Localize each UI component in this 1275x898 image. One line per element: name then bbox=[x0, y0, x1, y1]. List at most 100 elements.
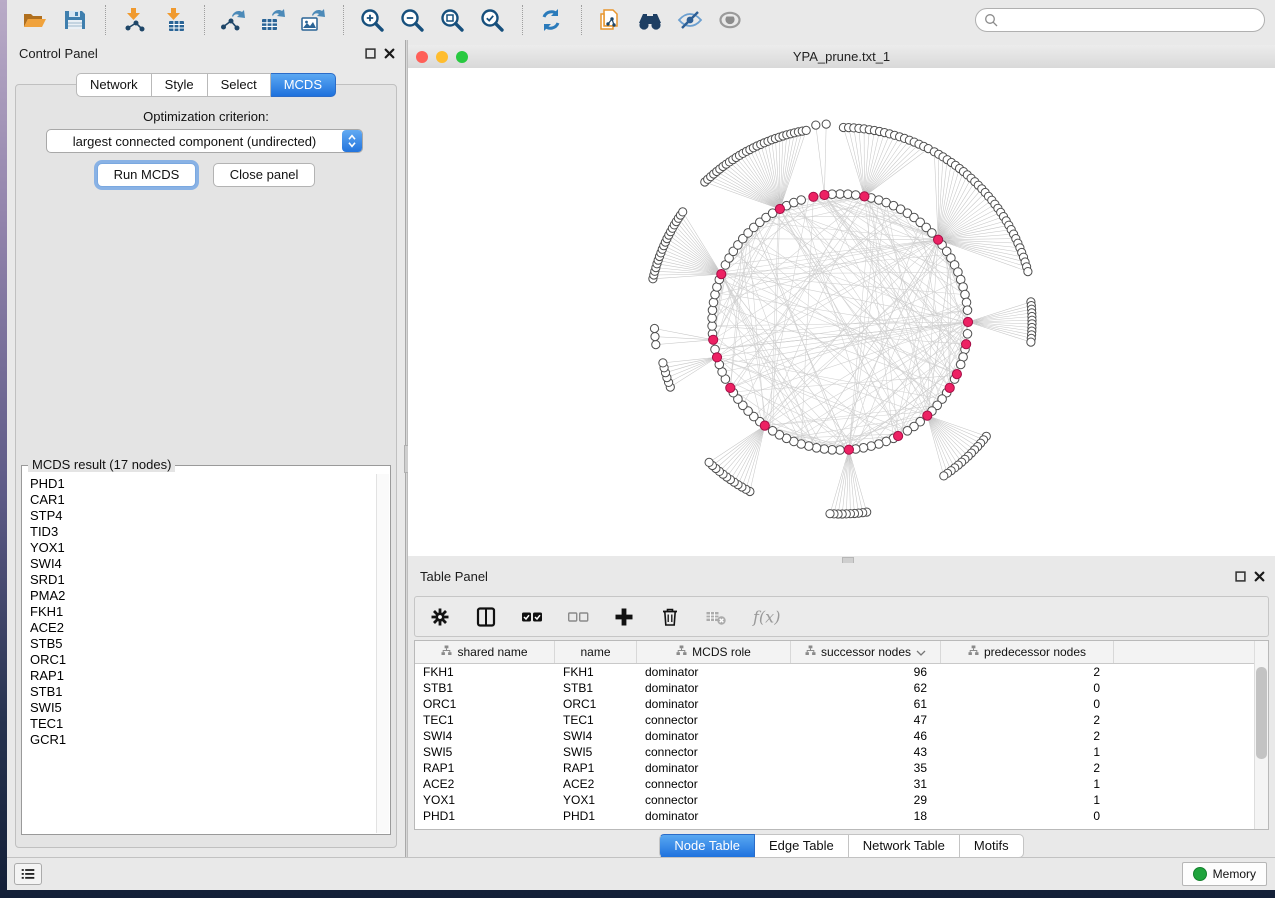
refresh-button[interactable] bbox=[538, 6, 566, 34]
float-icon[interactable] bbox=[1235, 571, 1246, 582]
cell-name: RAP1 bbox=[555, 761, 637, 775]
mcds-result-item[interactable]: STP4 bbox=[30, 508, 376, 524]
settings-button[interactable] bbox=[429, 605, 455, 629]
export-network-button[interactable] bbox=[220, 6, 248, 34]
function-builder-button[interactable]: f(x) bbox=[751, 605, 789, 629]
clone-network-button[interactable] bbox=[597, 6, 625, 34]
mcds-result-scrollbar[interactable] bbox=[376, 474, 389, 833]
tab-mcds[interactable]: MCDS bbox=[271, 73, 336, 97]
column-header-successor-nodes[interactable]: successor nodes bbox=[791, 641, 941, 663]
cell-successor-nodes: 43 bbox=[791, 745, 941, 759]
tab-network-table[interactable]: Network Table bbox=[849, 834, 960, 858]
close-panel-button[interactable]: Close panel bbox=[213, 163, 316, 187]
mcds-result-item[interactable]: PMA2 bbox=[30, 588, 376, 604]
search-input[interactable] bbox=[998, 10, 1264, 30]
control-panel-header: Control Panel bbox=[7, 40, 405, 66]
mcds-result-item[interactable]: RAP1 bbox=[30, 668, 376, 684]
table-scrollbar-thumb[interactable] bbox=[1256, 667, 1267, 759]
tab-network[interactable]: Network bbox=[76, 73, 152, 97]
column-header-MCDS-role[interactable]: MCDS role bbox=[637, 641, 791, 663]
tab-select[interactable]: Select bbox=[208, 73, 271, 97]
table-row[interactable]: TEC1TEC1connector472 bbox=[415, 712, 1255, 728]
run-mcds-button[interactable]: Run MCDS bbox=[97, 163, 197, 187]
column-label: predecessor nodes bbox=[984, 645, 1086, 659]
column-header-predecessor-nodes[interactable]: predecessor nodes bbox=[941, 641, 1114, 663]
split-panel-button[interactable] bbox=[475, 605, 501, 629]
zoom-out-button[interactable] bbox=[399, 6, 427, 34]
export-image-button[interactable] bbox=[300, 6, 328, 34]
mcds-result-item[interactable]: FKH1 bbox=[30, 604, 376, 620]
close-icon[interactable] bbox=[384, 48, 395, 59]
column-header-shared-name[interactable]: shared name bbox=[415, 641, 555, 663]
zoom-fit-icon bbox=[439, 7, 467, 33]
tab-edge-table[interactable]: Edge Table bbox=[755, 834, 849, 858]
cell-shared-name: ACE2 bbox=[415, 777, 555, 791]
deselect-all-button[interactable] bbox=[567, 605, 593, 629]
table-row[interactable]: FKH1FKH1dominator962 bbox=[415, 664, 1255, 680]
horizontal-splitter[interactable] bbox=[408, 556, 1275, 563]
mcds-result-item[interactable]: TEC1 bbox=[30, 716, 376, 732]
tab-style[interactable]: Style bbox=[152, 73, 208, 97]
tab-node-table[interactable]: Node Table bbox=[659, 834, 755, 858]
save-session-button[interactable] bbox=[62, 6, 90, 34]
cell-predecessor-nodes: 2 bbox=[941, 729, 1114, 743]
cell-successor-nodes: 61 bbox=[791, 697, 941, 711]
sort-chevron-icon[interactable] bbox=[916, 645, 926, 659]
mcds-result-item[interactable]: YOX1 bbox=[30, 540, 376, 556]
mcds-result-item[interactable]: SWI4 bbox=[30, 556, 376, 572]
table-row[interactable]: PHD1PHD1dominator180 bbox=[415, 808, 1255, 824]
tab-motifs[interactable]: Motifs bbox=[960, 834, 1024, 858]
hide-selected-button[interactable] bbox=[677, 6, 705, 34]
cell-name: SWI4 bbox=[555, 729, 637, 743]
zoom-fit-button[interactable] bbox=[439, 6, 467, 34]
task-history-button[interactable] bbox=[14, 863, 42, 885]
mcds-result-item[interactable]: PHD1 bbox=[30, 476, 376, 492]
mcds-result-item[interactable]: SRD1 bbox=[30, 572, 376, 588]
delete-button[interactable] bbox=[659, 605, 685, 629]
network-canvas[interactable] bbox=[408, 68, 1275, 556]
table-scrollbar[interactable] bbox=[1254, 641, 1268, 829]
show-hidden-button[interactable] bbox=[717, 6, 745, 34]
column-header-name[interactable]: name bbox=[555, 641, 637, 663]
mcds-result-item[interactable]: ACE2 bbox=[30, 620, 376, 636]
zoom-in-button[interactable] bbox=[359, 6, 387, 34]
cell-MCDS-role: dominator bbox=[637, 665, 791, 679]
select-all-button[interactable] bbox=[521, 605, 547, 629]
mcds-result-item[interactable]: SWI5 bbox=[30, 700, 376, 716]
mcds-result-item[interactable]: TID3 bbox=[30, 524, 376, 540]
criterion-dropdown[interactable]: largest connected component (undirected) bbox=[46, 129, 363, 153]
mcds-result-item[interactable]: STB1 bbox=[30, 684, 376, 700]
mcds-result-item[interactable]: GCR1 bbox=[30, 732, 376, 748]
mcds-result-list[interactable]: PHD1CAR1STP4TID3YOX1SWI4SRD1PMA2FKH1ACE2… bbox=[23, 474, 376, 833]
table-row[interactable]: SWI4SWI4dominator462 bbox=[415, 728, 1255, 744]
network-graph[interactable] bbox=[408, 68, 1275, 556]
open-file-icon bbox=[22, 7, 50, 33]
import-network-button[interactable] bbox=[121, 6, 149, 34]
cell-MCDS-role: dominator bbox=[637, 809, 791, 823]
zoom-selected-button[interactable] bbox=[479, 6, 507, 34]
search-box[interactable] bbox=[975, 8, 1265, 32]
search-objects-button[interactable] bbox=[637, 6, 665, 34]
float-icon[interactable] bbox=[365, 48, 376, 59]
export-table-button[interactable] bbox=[260, 6, 288, 34]
table-row[interactable]: RAP1RAP1dominator352 bbox=[415, 760, 1255, 776]
close-icon[interactable] bbox=[1254, 571, 1265, 582]
table-row[interactable]: SWI5SWI5connector431 bbox=[415, 744, 1255, 760]
list-icon bbox=[21, 867, 35, 881]
import-table-button[interactable] bbox=[161, 6, 189, 34]
save-session-icon bbox=[62, 7, 90, 33]
memory-button[interactable]: Memory bbox=[1182, 862, 1267, 886]
mcds-result-item[interactable]: CAR1 bbox=[30, 492, 376, 508]
table-row[interactable]: STB1STB1dominator620 bbox=[415, 680, 1255, 696]
table-row[interactable]: ACE2ACE2connector311 bbox=[415, 776, 1255, 792]
table-row[interactable]: YOX1YOX1connector291 bbox=[415, 792, 1255, 808]
app-window: Control Panel NetworkStyleSelectMCDS Opt… bbox=[7, 0, 1275, 890]
mcds-result-item[interactable]: STB5 bbox=[30, 636, 376, 652]
open-file-button[interactable] bbox=[22, 6, 50, 34]
mcds-result-item[interactable]: ORC1 bbox=[30, 652, 376, 668]
table-row[interactable]: ORC1ORC1dominator610 bbox=[415, 696, 1255, 712]
add-button[interactable] bbox=[613, 605, 639, 629]
clone-network-icon bbox=[597, 7, 625, 33]
delete-table-button[interactable] bbox=[705, 605, 731, 629]
table-toolbar: f(x) bbox=[414, 596, 1269, 637]
